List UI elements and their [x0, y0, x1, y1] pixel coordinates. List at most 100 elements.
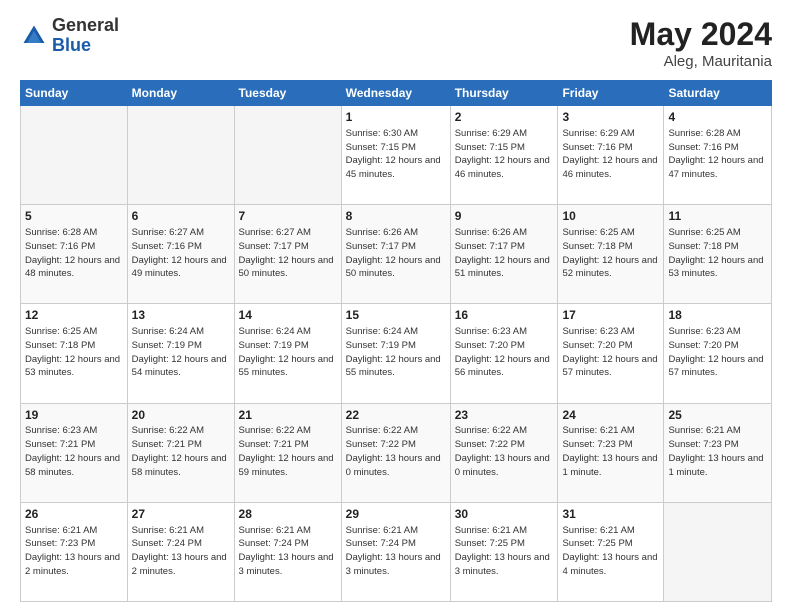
- calendar-cell: 13Sunrise: 6:24 AM Sunset: 7:19 PM Dayli…: [127, 304, 234, 403]
- col-thursday: Thursday: [450, 81, 558, 106]
- day-info: Sunrise: 6:23 AM Sunset: 7:20 PM Dayligh…: [455, 325, 554, 380]
- day-number: 22: [346, 407, 446, 424]
- calendar-cell: 16Sunrise: 6:23 AM Sunset: 7:20 PM Dayli…: [450, 304, 558, 403]
- calendar-cell: 1Sunrise: 6:30 AM Sunset: 7:15 PM Daylig…: [341, 106, 450, 205]
- day-number: 15: [346, 307, 446, 324]
- day-number: 28: [239, 506, 337, 523]
- week-row-1: 1Sunrise: 6:30 AM Sunset: 7:15 PM Daylig…: [21, 106, 772, 205]
- day-number: 7: [239, 208, 337, 225]
- calendar-cell: 24Sunrise: 6:21 AM Sunset: 7:23 PM Dayli…: [558, 403, 664, 502]
- col-friday: Friday: [558, 81, 664, 106]
- day-info: Sunrise: 6:21 AM Sunset: 7:23 PM Dayligh…: [562, 424, 659, 479]
- day-number: 16: [455, 307, 554, 324]
- day-number: 10: [562, 208, 659, 225]
- day-number: 1: [346, 109, 446, 126]
- day-info: Sunrise: 6:27 AM Sunset: 7:16 PM Dayligh…: [132, 226, 230, 281]
- calendar-cell: 30Sunrise: 6:21 AM Sunset: 7:25 PM Dayli…: [450, 502, 558, 601]
- day-info: Sunrise: 6:27 AM Sunset: 7:17 PM Dayligh…: [239, 226, 337, 281]
- calendar-cell: 6Sunrise: 6:27 AM Sunset: 7:16 PM Daylig…: [127, 205, 234, 304]
- day-number: 2: [455, 109, 554, 126]
- title-location: Aleg, Mauritania: [630, 53, 772, 70]
- calendar-cell: 7Sunrise: 6:27 AM Sunset: 7:17 PM Daylig…: [234, 205, 341, 304]
- day-number: 11: [668, 208, 767, 225]
- day-number: 27: [132, 506, 230, 523]
- calendar-cell: 26Sunrise: 6:21 AM Sunset: 7:23 PM Dayli…: [21, 502, 128, 601]
- day-info: Sunrise: 6:21 AM Sunset: 7:24 PM Dayligh…: [239, 524, 337, 579]
- day-info: Sunrise: 6:29 AM Sunset: 7:16 PM Dayligh…: [562, 127, 659, 182]
- calendar-cell: 29Sunrise: 6:21 AM Sunset: 7:24 PM Dayli…: [341, 502, 450, 601]
- day-number: 9: [455, 208, 554, 225]
- calendar-cell: 3Sunrise: 6:29 AM Sunset: 7:16 PM Daylig…: [558, 106, 664, 205]
- day-info: Sunrise: 6:22 AM Sunset: 7:22 PM Dayligh…: [455, 424, 554, 479]
- col-tuesday: Tuesday: [234, 81, 341, 106]
- calendar-cell: 23Sunrise: 6:22 AM Sunset: 7:22 PM Dayli…: [450, 403, 558, 502]
- day-info: Sunrise: 6:21 AM Sunset: 7:24 PM Dayligh…: [132, 524, 230, 579]
- day-info: Sunrise: 6:28 AM Sunset: 7:16 PM Dayligh…: [668, 127, 767, 182]
- day-info: Sunrise: 6:22 AM Sunset: 7:21 PM Dayligh…: [132, 424, 230, 479]
- day-number: 25: [668, 407, 767, 424]
- calendar-cell: 9Sunrise: 6:26 AM Sunset: 7:17 PM Daylig…: [450, 205, 558, 304]
- day-info: Sunrise: 6:29 AM Sunset: 7:15 PM Dayligh…: [455, 127, 554, 182]
- week-row-2: 5Sunrise: 6:28 AM Sunset: 7:16 PM Daylig…: [21, 205, 772, 304]
- calendar-cell: 17Sunrise: 6:23 AM Sunset: 7:20 PM Dayli…: [558, 304, 664, 403]
- week-row-5: 26Sunrise: 6:21 AM Sunset: 7:23 PM Dayli…: [21, 502, 772, 601]
- col-wednesday: Wednesday: [341, 81, 450, 106]
- calendar-cell: 22Sunrise: 6:22 AM Sunset: 7:22 PM Dayli…: [341, 403, 450, 502]
- logo-line1: General: [52, 16, 119, 36]
- calendar-cell: 25Sunrise: 6:21 AM Sunset: 7:23 PM Dayli…: [664, 403, 772, 502]
- day-number: 26: [25, 506, 123, 523]
- calendar-cell: [21, 106, 128, 205]
- title-block: May 2024 Aleg, Mauritania: [630, 16, 772, 70]
- day-info: Sunrise: 6:30 AM Sunset: 7:15 PM Dayligh…: [346, 127, 446, 182]
- logo-icon: [20, 22, 48, 50]
- day-info: Sunrise: 6:24 AM Sunset: 7:19 PM Dayligh…: [346, 325, 446, 380]
- calendar-cell: 15Sunrise: 6:24 AM Sunset: 7:19 PM Dayli…: [341, 304, 450, 403]
- title-month: May 2024: [630, 16, 772, 53]
- day-number: 23: [455, 407, 554, 424]
- day-number: 20: [132, 407, 230, 424]
- day-info: Sunrise: 6:26 AM Sunset: 7:17 PM Dayligh…: [346, 226, 446, 281]
- day-number: 3: [562, 109, 659, 126]
- day-info: Sunrise: 6:21 AM Sunset: 7:24 PM Dayligh…: [346, 524, 446, 579]
- calendar-cell: 10Sunrise: 6:25 AM Sunset: 7:18 PM Dayli…: [558, 205, 664, 304]
- col-monday: Monday: [127, 81, 234, 106]
- day-number: 13: [132, 307, 230, 324]
- day-number: 30: [455, 506, 554, 523]
- calendar-cell: 28Sunrise: 6:21 AM Sunset: 7:24 PM Dayli…: [234, 502, 341, 601]
- calendar-cell: 21Sunrise: 6:22 AM Sunset: 7:21 PM Dayli…: [234, 403, 341, 502]
- day-number: 19: [25, 407, 123, 424]
- col-saturday: Saturday: [664, 81, 772, 106]
- day-number: 18: [668, 307, 767, 324]
- day-number: 17: [562, 307, 659, 324]
- calendar-cell: 19Sunrise: 6:23 AM Sunset: 7:21 PM Dayli…: [21, 403, 128, 502]
- day-info: Sunrise: 6:28 AM Sunset: 7:16 PM Dayligh…: [25, 226, 123, 281]
- day-info: Sunrise: 6:26 AM Sunset: 7:17 PM Dayligh…: [455, 226, 554, 281]
- calendar-cell: [664, 502, 772, 601]
- calendar-cell: 12Sunrise: 6:25 AM Sunset: 7:18 PM Dayli…: [21, 304, 128, 403]
- calendar-cell: 2Sunrise: 6:29 AM Sunset: 7:15 PM Daylig…: [450, 106, 558, 205]
- day-info: Sunrise: 6:21 AM Sunset: 7:23 PM Dayligh…: [668, 424, 767, 479]
- logo: General Blue: [20, 16, 119, 56]
- calendar-cell: 31Sunrise: 6:21 AM Sunset: 7:25 PM Dayli…: [558, 502, 664, 601]
- calendar-cell: [234, 106, 341, 205]
- day-number: 5: [25, 208, 123, 225]
- day-info: Sunrise: 6:23 AM Sunset: 7:20 PM Dayligh…: [562, 325, 659, 380]
- col-sunday: Sunday: [21, 81, 128, 106]
- calendar-cell: 14Sunrise: 6:24 AM Sunset: 7:19 PM Dayli…: [234, 304, 341, 403]
- day-info: Sunrise: 6:25 AM Sunset: 7:18 PM Dayligh…: [668, 226, 767, 281]
- day-info: Sunrise: 6:22 AM Sunset: 7:21 PM Dayligh…: [239, 424, 337, 479]
- day-number: 4: [668, 109, 767, 126]
- day-info: Sunrise: 6:21 AM Sunset: 7:23 PM Dayligh…: [25, 524, 123, 579]
- calendar-table: Sunday Monday Tuesday Wednesday Thursday…: [20, 80, 772, 602]
- day-number: 14: [239, 307, 337, 324]
- day-number: 24: [562, 407, 659, 424]
- week-row-4: 19Sunrise: 6:23 AM Sunset: 7:21 PM Dayli…: [21, 403, 772, 502]
- calendar-cell: 20Sunrise: 6:22 AM Sunset: 7:21 PM Dayli…: [127, 403, 234, 502]
- calendar-cell: [127, 106, 234, 205]
- day-number: 29: [346, 506, 446, 523]
- calendar-cell: 4Sunrise: 6:28 AM Sunset: 7:16 PM Daylig…: [664, 106, 772, 205]
- day-info: Sunrise: 6:21 AM Sunset: 7:25 PM Dayligh…: [562, 524, 659, 579]
- page: General Blue May 2024 Aleg, Mauritania S…: [0, 0, 792, 612]
- day-info: Sunrise: 6:25 AM Sunset: 7:18 PM Dayligh…: [562, 226, 659, 281]
- day-number: 12: [25, 307, 123, 324]
